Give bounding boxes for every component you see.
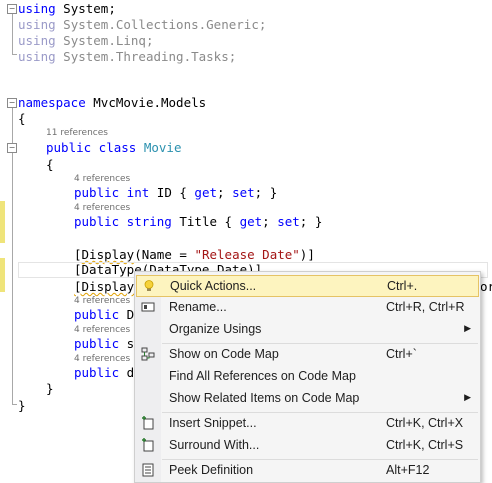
keyword: public class [46, 140, 137, 155]
code-map-icon [141, 347, 155, 361]
menu-item-insert-snippet[interactable]: Insert Snippet... Ctrl+K, Ctrl+X [136, 413, 479, 435]
fold-guide-end [12, 404, 17, 405]
namespace-text: System.Threading.Tasks; [63, 49, 237, 64]
lightbulb-icon [142, 279, 156, 293]
keyword: public [74, 336, 120, 351]
menu-item-peek-definition[interactable]: Peek Definition Alt+F12 [136, 460, 479, 482]
keyword: using [18, 17, 56, 32]
brace-line[interactable]: } [18, 397, 26, 415]
string-literal: "Release Date" [194, 247, 300, 262]
menu-item-label: Insert Snippet... [169, 416, 257, 430]
keyword: get [194, 185, 217, 200]
class-line[interactable]: public class Movie [46, 139, 181, 157]
collapse-namespace-icon[interactable]: − [7, 98, 17, 108]
menu-item-shortcut: Ctrl+R, Ctrl+R [386, 300, 465, 314]
code-text: [Display [74, 279, 135, 294]
menu-item-surround-with[interactable]: Surround With... Ctrl+K, Ctrl+S [136, 435, 479, 457]
namespace-text: System; [63, 1, 116, 16]
attribute-name: Display [81, 247, 135, 262]
menu-item-label: Find All References on Code Map [169, 369, 356, 383]
code-text: = [171, 247, 195, 262]
keyword: using [18, 1, 56, 16]
context-menu: Quick Actions... Ctrl+. Rename... Ctrl+R… [134, 271, 481, 483]
code-text: [ [74, 247, 82, 262]
keyword: public int [74, 185, 150, 200]
code-text: Name [141, 247, 172, 262]
menu-item-label: Quick Actions... [170, 279, 257, 293]
code-text: ; } [254, 185, 278, 200]
code-text: Title { [171, 214, 240, 229]
menu-item-rename[interactable]: Rename... Ctrl+R, Ctrl+R [136, 297, 479, 319]
collapse-usings-icon[interactable]: − [7, 4, 17, 14]
namespace-text: System.Collections.Generic; [63, 17, 267, 32]
menu-item-show-related-items-on-code-map[interactable]: Show Related Items on Code Map ▶ [136, 388, 479, 410]
menu-item-label: Peek Definition [169, 463, 254, 477]
keyword: public [74, 307, 120, 322]
menu-item-shortcut: Alt+F12 [386, 463, 430, 477]
fold-guide-end [12, 54, 17, 55]
menu-item-shortcut: Ctrl+K, Ctrl+S [386, 438, 464, 452]
collapse-class-icon[interactable]: − [7, 143, 17, 153]
property-line[interactable]: public int ID { get; set; } [74, 184, 277, 202]
close-brace: } [18, 398, 26, 413]
menu-item-label: Rename... [169, 300, 227, 314]
attribute-line-tail: or [480, 278, 492, 296]
keyword: using [18, 49, 56, 64]
open-brace: { [18, 111, 26, 126]
rename-icon [141, 300, 155, 314]
code-text: ; } [299, 214, 323, 229]
code-text: or [480, 279, 492, 294]
fold-guide [12, 14, 13, 54]
keyword: get [239, 214, 263, 229]
keyword: public string [74, 214, 172, 229]
menu-item-shortcut: Ctrl+` [386, 347, 417, 361]
namespace-line[interactable]: namespace MvcMovie.Models [18, 94, 206, 112]
menu-item-show-on-code-map[interactable]: Show on Code Map Ctrl+` [136, 344, 479, 366]
code-text: ; [217, 185, 233, 200]
using-line[interactable]: using System.Threading.Tasks; [18, 48, 236, 66]
code-text: ID { [149, 185, 195, 200]
open-brace: { [46, 157, 54, 172]
insert-snippet-icon [141, 416, 155, 430]
submenu-arrow-icon: ▶ [464, 323, 471, 333]
menu-item-label: Organize Usings [169, 322, 262, 336]
property-line[interactable]: public st [74, 335, 142, 353]
change-marker [0, 258, 5, 292]
menu-item-label: Show Related Items on Code Map [169, 391, 360, 405]
menu-item-organize-usings[interactable]: Organize Usings ▶ [136, 319, 479, 341]
keyword: public [74, 365, 120, 380]
menu-item-shortcut: Ctrl+K, Ctrl+X [386, 416, 464, 430]
brace-line[interactable]: { [46, 156, 54, 174]
property-line[interactable]: public Da [74, 306, 142, 324]
change-marker [0, 201, 5, 243]
menu-item-label: Show on Code Map [169, 347, 279, 361]
code-text: )] [299, 247, 315, 262]
submenu-arrow-icon: ▶ [464, 392, 471, 402]
keyword: namespace [18, 95, 86, 110]
namespace-text: System.Linq; [63, 33, 154, 48]
namespace-name: MvcMovie.Models [93, 95, 207, 110]
property-line[interactable]: public de [74, 364, 142, 382]
menu-item-label: Surround With... [169, 438, 260, 452]
menu-item-shortcut: Ctrl+. [387, 279, 418, 293]
keyword: set [232, 185, 255, 200]
menu-item-quick-actions[interactable]: Quick Actions... Ctrl+. [136, 275, 479, 297]
close-brace: } [46, 381, 54, 396]
class-name: Movie [143, 140, 182, 155]
class-references-lens[interactable]: 11 references [46, 126, 108, 140]
keyword: using [18, 33, 56, 48]
menu-item-find-all-references-on-code-map[interactable]: Find All References on Code Map [136, 366, 479, 388]
brace-line[interactable]: } [46, 380, 54, 398]
keyword: set [277, 214, 300, 229]
code-text: ; [262, 214, 278, 229]
surround-with-icon [141, 438, 155, 452]
brace-line[interactable]: { [18, 110, 26, 128]
peek-definition-icon [141, 463, 155, 477]
code-text: ( [134, 247, 142, 262]
property-line[interactable]: public string Title { get; set; } [74, 213, 322, 231]
